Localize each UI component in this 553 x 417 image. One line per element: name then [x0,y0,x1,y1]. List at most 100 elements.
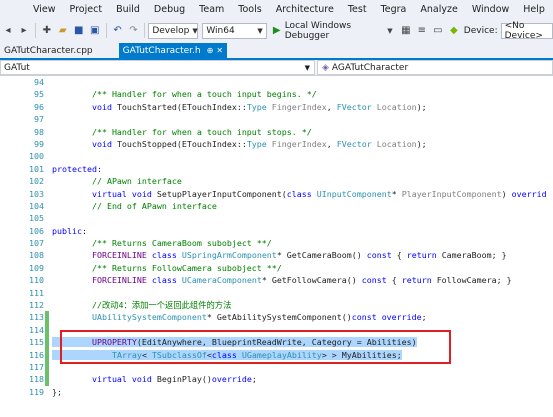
code-line[interactable]: /** Handler for when a touch input stops… [52,126,553,138]
code-token: ) [501,188,512,199]
code-line[interactable]: /** Returns CameraBoom subobject **/ [52,237,553,249]
code-token: const [361,275,387,286]
code-token: * GetAbilitySystemComponent() [206,312,352,323]
code-token: : [96,163,102,174]
code-token: virtual void [52,374,157,385]
code-line[interactable] [52,287,553,299]
code-line[interactable]: /** Returns FollowCamera subobject **/ [52,262,553,274]
code-token: UAbilitySystemComponent [52,312,207,323]
code-line[interactable]: }; [52,386,553,398]
code-token: return [401,275,437,286]
run-debugger-button[interactable]: Local Windows Debugger [285,21,382,41]
code-token: // APawn interface [52,176,182,187]
toolbar: ◂ ▸ ✚ ▰ ■ ▣ ↶ ↷ Develop ▼ Win64 ▼ ▶ Local … [0,19,553,42]
bookmark-icon[interactable]: ▭ [432,24,444,38]
chevron-down-icon[interactable]: ▼ [384,24,396,38]
close-icon[interactable]: ✕ [216,46,223,55]
menu-bar: View Project Build Debug Team Tools Architectu… [0,0,553,19]
tab-gatutcharacter-h[interactable]: GATutCharacter.h ⊕ ✕ [118,43,228,58]
line-number: 114 [29,324,44,335]
highlight-annotation-box [60,330,451,364]
menu-item-window[interactable]: Window [465,4,516,15]
line-number: 103 [29,188,44,199]
menu-item-build[interactable]: Build [109,4,147,15]
code-token: PlayerInputComponent [401,188,502,199]
code-line[interactable]: protected: [52,163,553,175]
save-icon[interactable]: ■ [73,24,85,38]
menu-item-test[interactable]: Test [341,4,374,15]
nsight-icon[interactable]: ◆ [448,24,460,38]
forward-icon[interactable]: ▸ [18,24,30,38]
code-line[interactable]: /** Handler for when a touch input begin… [52,88,553,100]
line-number: 94 [34,77,44,87]
solution-config-select[interactable]: Develop ▼ [148,22,199,39]
platform-select[interactable]: Win64 ▼ [202,22,267,39]
code-token: const [366,250,392,261]
code-line[interactable] [52,113,553,125]
play-icon[interactable]: ▶ [271,24,283,38]
code-line[interactable]: FORCEINLINE class UCameraComponent* GetF… [52,274,553,286]
tab-gatutcharacter-cpp[interactable]: GATutCharacter.cpp [0,43,97,58]
code-token: * GetCameraBoom() [276,250,367,261]
code-line[interactable] [52,150,553,162]
line-number: 116 [29,349,44,360]
line-number: 117 [29,361,44,372]
device-select[interactable]: <No Device> [500,21,553,41]
comment-icon[interactable]: ≡ [416,24,428,38]
code-line[interactable]: public: [52,225,553,237]
code-token: FORCEINLINE [52,250,152,261]
code-line[interactable]: virtual void SetupPlayerInputComponent(c… [52,188,553,200]
code-token: UCameraComponent [181,275,262,286]
code-line[interactable]: FORCEINLINE class USpringArmComponent* G… [52,249,553,261]
menu-item-debug[interactable]: Debug [147,4,192,15]
open-file-icon[interactable]: ▰ [57,24,69,38]
line-number: 97 [34,114,44,125]
menu-item-tools[interactable]: Tools [231,4,268,15]
code-token: // End of APawn interface [52,200,217,211]
code-token: FVector [336,138,372,149]
line-number: 99 [34,138,44,149]
undo-icon[interactable]: ↶ [112,24,124,38]
code-line[interactable] [52,212,553,224]
save-all-icon[interactable]: ▣ [89,24,101,38]
code-line[interactable]: //改动4：添加一个返回此组件的方法 [52,299,553,311]
menu-item-tegra[interactable]: Tegra [374,4,414,15]
menu-item-team[interactable]: Team [192,4,231,15]
member-dropdown[interactable]: ◈ AGATutCharacter [317,60,553,75]
code-token: protected [52,163,97,174]
code-token: const override [351,312,422,323]
layout-icon[interactable]: ▦ [400,24,412,38]
menu-item-view[interactable]: View [0,4,63,15]
code-line[interactable]: // End of APawn interface [52,200,553,212]
document-tabs: GATutCharacter.cpp GATutCharacter.h ⊕ ✕ [0,42,553,60]
back-icon[interactable]: ◂ [2,24,14,38]
menu-item-help[interactable]: Help [516,4,552,15]
code-token: overrid [511,188,547,199]
code-token: class [151,275,182,286]
code-token: * [391,188,402,199]
code-token: CameraBoom; } [441,250,507,261]
breakpoint-margin[interactable] [0,76,18,417]
code-line[interactable]: UAbilitySystemComponent* GetAbilitySyste… [52,311,553,323]
new-project-icon[interactable]: ✚ [41,24,53,38]
redo-icon[interactable]: ↷ [128,24,140,38]
code-line[interactable]: void TouchStarted(ETouchIndex::Type Fing… [52,101,553,113]
code-editor[interactable]: 94 95 96 97 98 99 100 101 102 103 104 105 106 107 108 1… [0,76,553,417]
line-number: 102 [29,176,44,187]
line-number: 110 [29,275,44,286]
menu-item-project[interactable]: Project [63,4,110,15]
pin-icon[interactable]: ⊕ [207,46,214,55]
code-line[interactable]: void TouchStopped(ETouchIndex::Type Fing… [52,138,553,150]
code-token: BeginPlay() [156,374,212,385]
code-line[interactable]: // APawn interface [52,175,553,187]
line-number: 109 [29,262,44,273]
code-token: }; [52,386,62,397]
line-numbers: 94 95 96 97 98 99 100 101 102 103 104 105 106 107 108 1… [18,76,44,398]
change-indicator [45,311,49,386]
scope-dropdown[interactable]: GATut ▼ [0,60,315,75]
chevron-down-icon: ▼ [257,26,263,35]
code-line[interactable]: virtual void BeginPlay()override; [52,373,553,385]
menu-item-analyze[interactable]: Analyze [413,4,464,15]
code-line[interactable] [52,76,553,88]
menu-item-architecture[interactable]: Architecture [269,4,341,15]
